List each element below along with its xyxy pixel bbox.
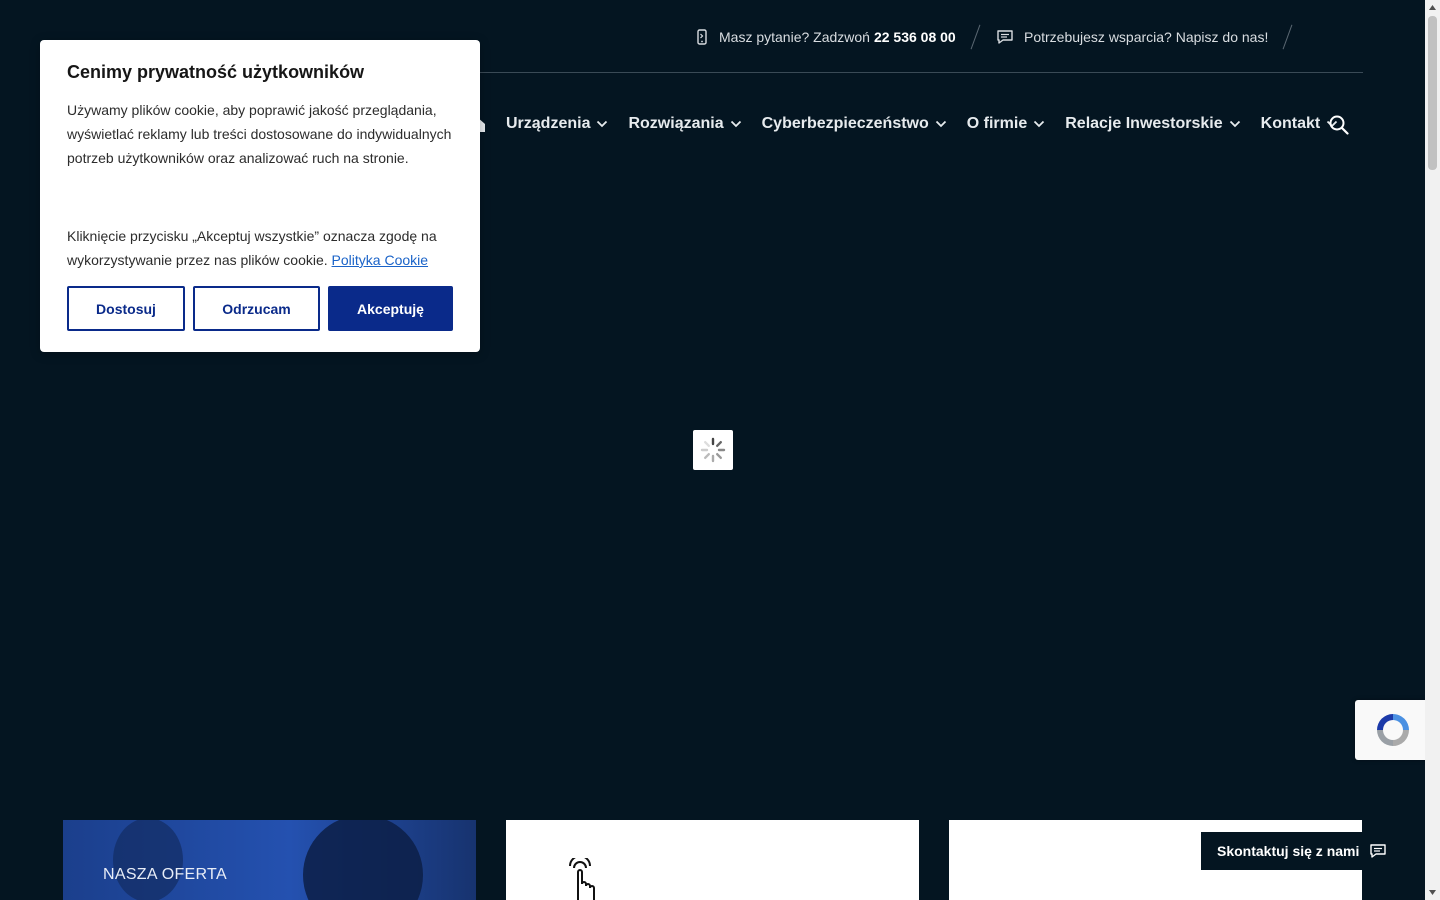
cookie-title: Cenimy prywatność użytkowników xyxy=(67,62,365,82)
scroll-up-icon[interactable] xyxy=(1428,3,1437,12)
recaptcha-badge[interactable] xyxy=(1355,700,1430,760)
customize-button[interactable]: Dostosuj xyxy=(67,286,185,331)
phone-number[interactable]: 22 536 08 00 xyxy=(874,29,956,45)
offer-background-image xyxy=(113,820,423,900)
cookie-consent-note: Kliknięcie przycisku „Akceptuj wszystkie… xyxy=(67,224,459,272)
chevron-down-icon xyxy=(1229,120,1240,128)
contact-us-button[interactable]: Skontaktuj się z nami xyxy=(1201,832,1388,870)
nav-label: Urządzenia xyxy=(506,115,591,132)
cookie-consent-dialog: Cenimy prywatność użytkowników Używamy p… xyxy=(40,40,480,352)
nav-item-rozwiazania[interactable]: Rozwiązania xyxy=(628,115,741,133)
divider xyxy=(1282,24,1293,50)
phone-prefix: Masz pytanie? Zadzwoń xyxy=(719,29,870,45)
spinner-icon xyxy=(700,437,726,463)
phone-contact[interactable]: Masz pytanie? Zadzwoń 22 536 08 00 xyxy=(695,27,956,47)
nav-label: Relacje Inwestorskie xyxy=(1065,115,1223,132)
topbar-divider xyxy=(478,72,1363,73)
reject-button[interactable]: Odrzucam xyxy=(193,286,320,331)
chevron-down-icon xyxy=(597,120,608,128)
cookie-description: Używamy plików cookie, aby poprawić jako… xyxy=(67,102,452,166)
main-nav: Urządzenia Rozwiązania Cyberbezpieczeńst… xyxy=(466,106,1358,142)
offer-card[interactable]: NASZA OFERTA xyxy=(63,820,476,900)
nav-item-relacje-inwestorskie[interactable]: Relacje Inwestorskie xyxy=(1065,115,1240,133)
nav-item-o-firmie[interactable]: O firmie xyxy=(967,115,1045,133)
nav-item-kontakt[interactable]: Kontakt xyxy=(1261,115,1339,133)
loading-spinner xyxy=(693,430,733,470)
support-contact[interactable]: Potrzebujesz wsparcia? Napisz do nas! xyxy=(996,27,1268,47)
scrollbar-thumb[interactable] xyxy=(1428,16,1437,170)
nav-item-cyberbezpieczenstwo[interactable]: Cyberbezpieczeństwo xyxy=(762,115,947,133)
nav-label: Kontakt xyxy=(1260,115,1321,132)
recaptcha-icon xyxy=(1376,714,1409,746)
search-icon[interactable] xyxy=(1328,114,1350,136)
chevron-down-icon xyxy=(935,120,946,128)
nav-item-urzadzenia[interactable]: Urządzenia xyxy=(506,115,608,133)
touch-icon xyxy=(569,858,595,900)
support-text: Potrzebujesz wsparcia? Napisz do nas! xyxy=(1024,29,1269,45)
chat-icon xyxy=(1370,844,1387,858)
chevron-down-icon xyxy=(730,120,741,128)
nav-label: Cyberbezpieczeństwo xyxy=(761,115,929,132)
divider xyxy=(970,24,981,50)
contact-label: Skontaktuj się z nami xyxy=(1217,843,1360,859)
phone-icon xyxy=(697,29,707,45)
offer-label: NASZA OFERTA xyxy=(103,866,227,883)
cookie-policy-link[interactable]: Polityka Cookie xyxy=(332,252,429,268)
nav-label: Rozwiązania xyxy=(628,115,724,132)
chevron-down-icon xyxy=(1034,120,1045,128)
nav-label: O firmie xyxy=(966,115,1028,132)
accept-button[interactable]: Akceptuję xyxy=(328,286,453,331)
scroll-down-icon[interactable] xyxy=(1428,888,1437,897)
chat-icon xyxy=(997,30,1013,44)
feature-card[interactable] xyxy=(506,820,919,900)
